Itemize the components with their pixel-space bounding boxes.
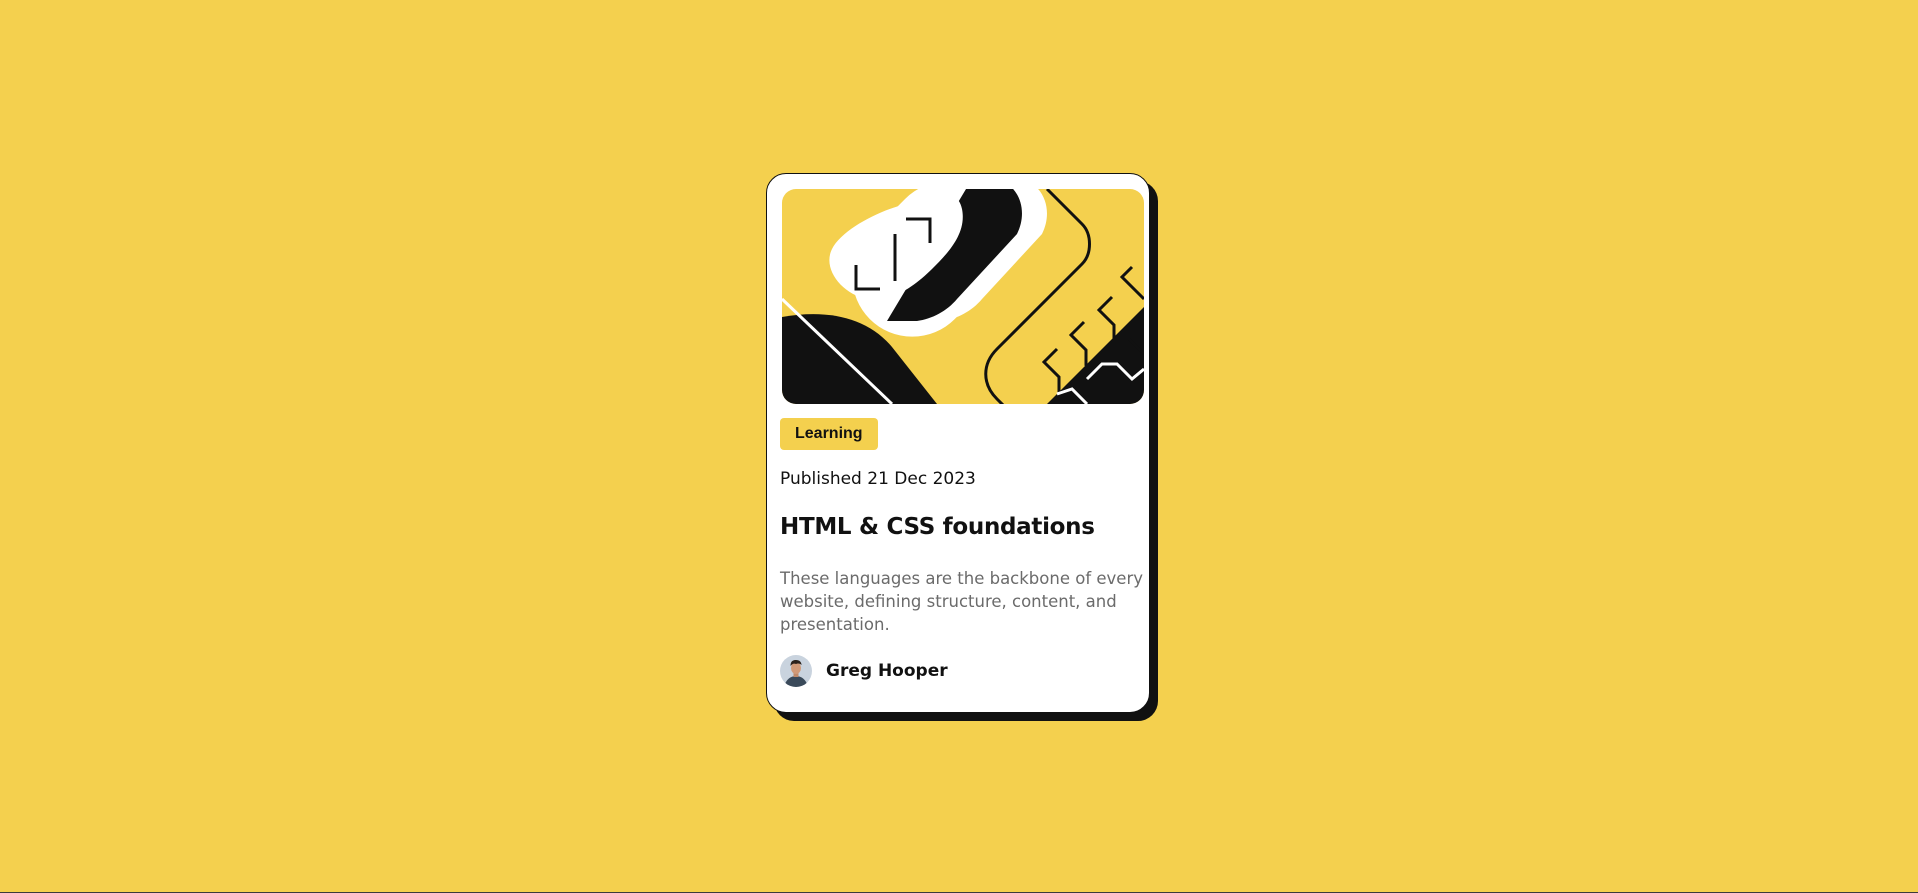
avatar-photo-icon [780, 655, 812, 687]
blog-preview-card: Learning Published 21 Dec 2023 HTML & CS… [766, 173, 1150, 713]
category-tag[interactable]: Learning [780, 418, 878, 450]
published-date: Published 21 Dec 2023 [780, 469, 976, 489]
author: Greg Hooper [780, 655, 948, 687]
author-name[interactable]: Greg Hooper [826, 661, 948, 681]
card-title[interactable]: HTML & CSS foundations [780, 514, 1095, 540]
card-description: These languages are the backbone of ever… [780, 569, 1143, 634]
avatar [780, 655, 812, 687]
blog-illustration [782, 189, 1144, 404]
abstract-illustration-icon [782, 189, 1144, 404]
